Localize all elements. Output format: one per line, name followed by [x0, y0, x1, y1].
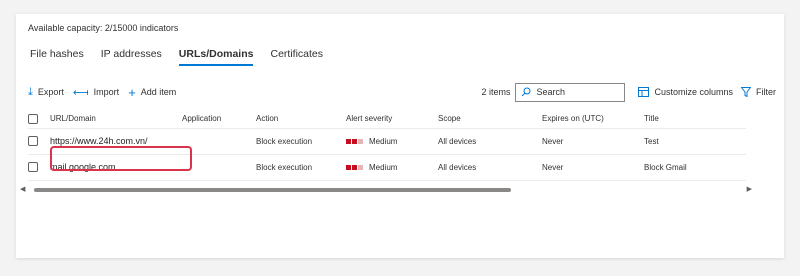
- action-value: Block execution: [256, 128, 346, 155]
- scrollbar-thumb[interactable]: [34, 188, 511, 192]
- col-url-domain[interactable]: URL/Domain: [50, 110, 182, 129]
- severity-bars-icon: [346, 138, 364, 144]
- url-highlight-box: [50, 146, 192, 171]
- indicators-panel: Available capacity: 2/15000 indicators F…: [16, 14, 784, 258]
- col-expires[interactable]: Expires on (UTC): [542, 110, 644, 129]
- severity-bars-icon: [346, 164, 364, 170]
- title-value: Block Gmail: [644, 154, 746, 181]
- col-action[interactable]: Action: [256, 110, 346, 129]
- filter-label: Filter: [756, 87, 776, 97]
- tab-file-hashes[interactable]: File hashes: [30, 48, 84, 65]
- title-value: Test: [644, 128, 746, 155]
- severity-value: Medium: [369, 162, 398, 172]
- import-label: Import: [93, 87, 120, 97]
- toolbar: ⤓ Export ⟻ Import + Add item 2 items Sea…: [28, 82, 776, 102]
- application-value: [182, 128, 256, 155]
- add-item-button[interactable]: + Add item: [128, 85, 176, 100]
- expires-value: Never: [542, 128, 644, 155]
- export-button[interactable]: ⤓ Export: [28, 86, 64, 99]
- row-checkbox[interactable]: [28, 162, 38, 172]
- indicator-tabs: File hashes IP addresses URLs/Domains Ce…: [30, 48, 340, 66]
- search-box[interactable]: [515, 82, 626, 102]
- scroll-left-icon[interactable]: ◀: [20, 185, 25, 193]
- severity-value: Medium: [369, 136, 398, 146]
- scope-value: All devices: [438, 128, 542, 155]
- items-count: 2 items: [481, 87, 511, 97]
- col-alert-severity[interactable]: Alert severity: [346, 110, 438, 129]
- action-value: Block execution: [256, 154, 346, 181]
- customize-columns-button[interactable]: Customize columns: [638, 87, 733, 97]
- search-input[interactable]: [536, 87, 617, 97]
- scroll-right-icon[interactable]: ▶: [747, 185, 752, 193]
- search-icon: [522, 87, 531, 97]
- horizontal-scrollbar[interactable]: ◀ ▶: [20, 185, 752, 194]
- tab-ip-addresses[interactable]: IP addresses: [101, 48, 162, 65]
- tab-urls-domains[interactable]: URLs/Domains: [178, 48, 253, 66]
- select-all-checkbox[interactable]: [28, 113, 38, 124]
- table-header-row: URL/Domain Application Action Alert seve…: [28, 110, 746, 129]
- capacity-text: Available capacity: 2/15000 indicators: [28, 23, 179, 33]
- tab-certificates[interactable]: Certificates: [270, 48, 323, 65]
- filter-icon: [741, 87, 751, 97]
- export-label: Export: [37, 87, 64, 97]
- scope-value: All devices: [438, 154, 542, 181]
- col-title[interactable]: Title: [644, 110, 746, 129]
- import-arrow-icon: ⟻: [72, 86, 89, 99]
- import-button[interactable]: ⟻ Import: [73, 86, 119, 99]
- expires-value: Never: [542, 154, 644, 181]
- download-arrow-icon: ⤓: [28, 85, 33, 98]
- col-scope[interactable]: Scope: [438, 110, 542, 129]
- columns-icon: [638, 87, 650, 97]
- row-checkbox[interactable]: [28, 136, 38, 146]
- add-item-label: Add item: [140, 87, 177, 97]
- severity-indicator: Medium: [346, 163, 397, 172]
- application-value: [182, 154, 256, 181]
- plus-icon: +: [128, 84, 136, 100]
- customize-columns-label: Customize columns: [654, 87, 733, 97]
- filter-button[interactable]: Filter: [741, 87, 776, 97]
- severity-indicator: Medium: [346, 137, 397, 146]
- col-application[interactable]: Application: [182, 110, 256, 129]
